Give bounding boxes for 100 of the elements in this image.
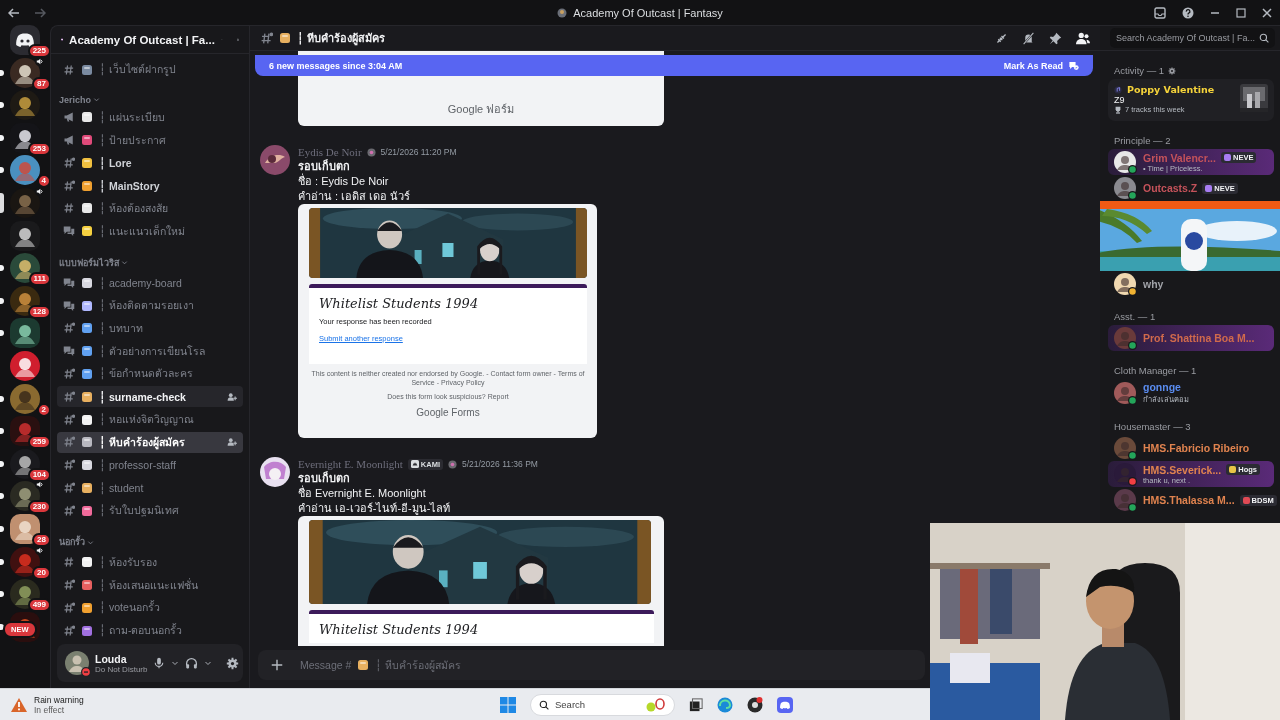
channel-item[interactable]: ┆ หอแห่งจิตวิญญาณ [57,408,243,431]
message-text: ชื่อ : Eydis De Noir [298,174,390,189]
channel-item[interactable]: ┆ หีบคำร้องผู้สมัคร [57,431,243,454]
members-icon[interactable] [1076,31,1090,45]
search-field[interactable]: Search [530,693,675,716]
channel-item[interactable]: ┆ ข้อกำหนดตัวละคร [57,363,243,385]
warning-icon[interactable] [10,696,28,713]
channel-item[interactable]: ┆ academy-board [57,272,243,294]
add-icon[interactable] [270,658,284,672]
author-name[interactable]: Eydis De Noir [298,146,362,158]
unread-indicator [0,395,4,402]
message-text: ชื่อ Evernight E. Moonlight [298,486,427,501]
mark-as-read-button[interactable]: Mark As Read [1003,60,1079,71]
back-arrow-icon[interactable] [8,6,20,19]
member-name[interactable]: HMS.Thalassa M... [1143,494,1235,506]
timestamp: 5/21/2026 11:36 PM [461,459,538,469]
weather-title: Rain warning [34,694,84,705]
channel-item[interactable]: ┆ ห้องเสนอแนะแฟชั่น [57,574,243,596]
start-icon[interactable] [500,696,516,713]
channel-item[interactable]: ┆ เว็บไซต์ฝากรูป [57,59,243,81]
search-field[interactable]: Search Academy Of Outcast | Fa... [1110,28,1275,48]
app-icon[interactable] [747,696,763,713]
task-view-icon[interactable] [689,697,703,712]
channel-item[interactable]: ┆ Lore [57,152,243,174]
embed-card[interactable]: Whitelist Students 1994 [298,516,664,646]
avatar[interactable] [260,145,290,175]
member-name[interactable]: Prof. Shattina Boa M... [1143,332,1255,344]
unread-indicator [0,69,4,76]
close-icon[interactable] [1262,7,1272,18]
server-name[interactable]: Academy Of Outcast | Fa... [69,33,215,46]
unread-indicator [0,330,4,337]
inbox-icon[interactable] [1154,6,1166,19]
channel-item[interactable]: ┆ รับใบปฐมนิเทศ [57,499,243,522]
emoji-icon [81,111,93,124]
channel-item[interactable]: ┆ ถาม-ตอบนอกรั้ว [57,619,243,638]
avatar[interactable] [1114,437,1136,459]
message-text: คำอ่าน : เอดิส เดอ นัวร์ [298,189,412,204]
unread-indicator [0,460,4,467]
forward-arrow-icon[interactable] [34,6,46,19]
mute-icon[interactable] [1022,31,1035,45]
notification-badge: 87 [32,76,50,91]
channel-item[interactable]: ┆ ป้ายประกาศ [57,129,243,151]
category-header[interactable]: แบบฟอร์มไวริส [59,256,119,270]
avatar[interactable] [1114,151,1136,173]
channel-item[interactable]: ┆ ห้องติดตามรอยเงา [57,294,243,317]
channel-item[interactable]: ┆ แนะแนวเด็กใหม่ [57,220,243,242]
channel-item[interactable]: ┆ แผ่นระเบียบ [57,106,243,128]
search-icon [539,699,549,710]
emoji-icon [81,481,93,494]
channel-item[interactable]: ┆ student [57,477,243,499]
channel-item[interactable]: ┆ surname-check [57,385,243,408]
avatar[interactable] [1114,382,1136,404]
avatar[interactable] [1114,489,1136,511]
avatar[interactable] [1114,177,1136,199]
category-header[interactable]: นอกรั้ว [59,535,85,550]
channel-item[interactable]: ┆ voteนอกรั้ว [57,597,243,619]
author-name[interactable]: Evernight E. Moonlight [298,458,403,470]
member-name[interactable]: Outcasts.Z [1143,182,1198,194]
member-name[interactable]: why [1143,278,1164,290]
unread-indicator [0,265,4,272]
member-nameplate[interactable]: Prof. Shattina Boa M... [1108,325,1274,351]
channel-item[interactable]: ┆ ตัวอย่างการเขียนโรล [57,340,243,362]
member-name[interactable]: gonnge [1143,381,1181,393]
avatar[interactable] [260,457,290,487]
headphones-icon[interactable] [185,656,199,670]
notification-badge: 499 [27,598,50,613]
role-icon [366,147,376,157]
message-field[interactable]: Message # ┆ หีบคำร้องผู้สมัคร [258,650,925,680]
channel-item[interactable]: ┆ ห้องต้องสงสัย [57,197,243,220]
chat-app-icon[interactable] [777,696,793,713]
do-not-disturb-icon [81,667,91,677]
unread-indicator [0,623,4,630]
hash-icon [63,179,75,192]
message-text: คำอ่าน เอ-เวอร์-ไนท์-อี-มูน-ไลท์ [298,501,452,516]
pin-icon[interactable] [1049,31,1062,45]
maximize-icon[interactable] [1236,7,1246,18]
section-heading: Activity — 1 [1114,65,1165,76]
channel-item[interactable]: ┆ professor-staff [57,454,243,476]
settings-icon[interactable] [226,656,240,670]
threads-icon[interactable] [995,31,1008,45]
avatar[interactable] [1114,273,1136,295]
weather-detail: In effect [34,704,65,715]
embed-card[interactable] [298,204,597,438]
browser-icon[interactable] [717,696,733,713]
settings-icon[interactable] [1168,66,1177,75]
role-heading: Housemaster — 3 [1114,421,1192,432]
microphone-icon[interactable] [153,657,166,669]
channel-item[interactable]: ┆ บทบาท [57,317,243,340]
channel-item[interactable]: ┆ MainStory [57,174,243,197]
notification-badge: 225 [27,44,50,58]
embed-footer: Google ฟอร์ม [447,100,515,118]
help-icon[interactable] [1182,6,1194,19]
member-name[interactable]: HMS.Severick... [1143,463,1222,476]
channel-item[interactable]: ┆ ห้องรับรอง [57,551,243,573]
hash-icon [63,63,75,76]
category-header[interactable]: Jericho [59,94,91,105]
member-name[interactable]: Grim Valencr... [1143,151,1216,164]
emoji-icon [81,179,93,192]
member-name[interactable]: HMS.Fabricio Ribeiro [1143,442,1250,454]
unread-indicator [0,102,4,109]
